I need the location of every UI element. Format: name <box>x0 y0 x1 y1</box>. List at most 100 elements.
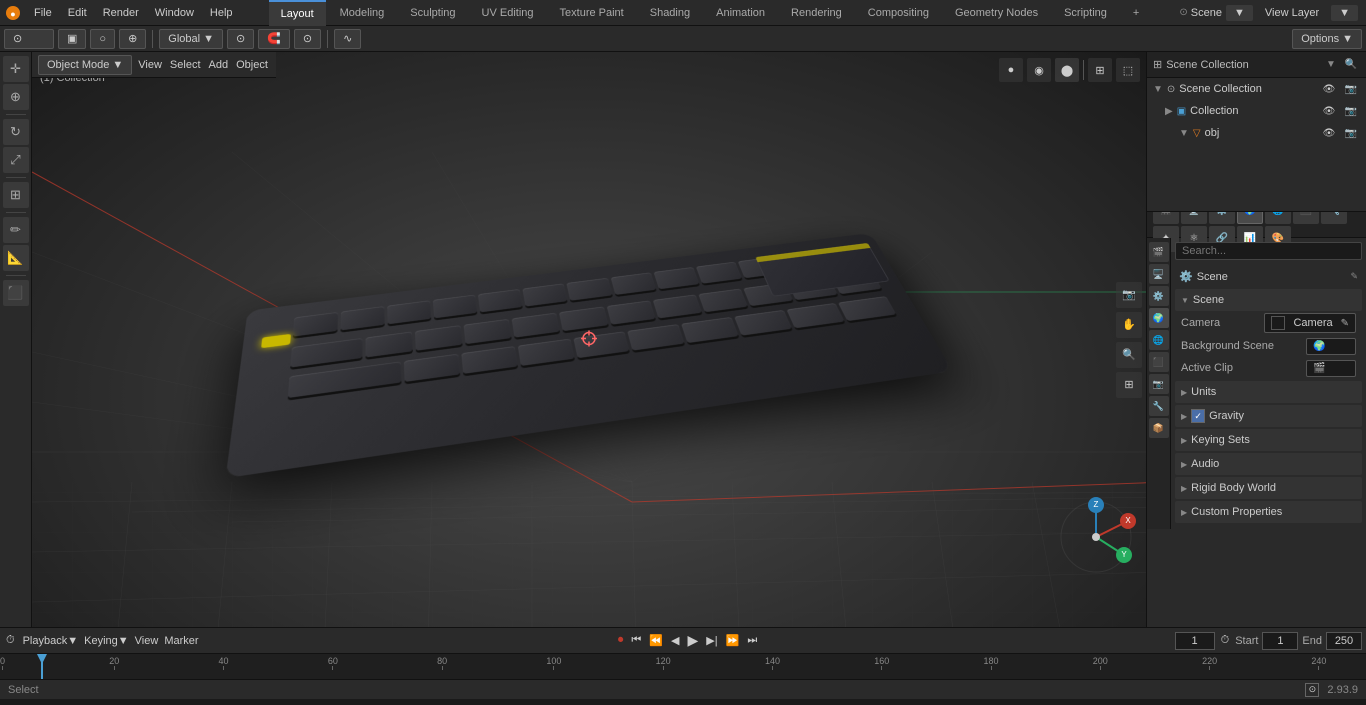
keying-menu-btn[interactable]: Keying ▼ <box>82 633 131 649</box>
outliner-obj[interactable]: ▼ ▽ obj 👁 📷 <box>1147 122 1366 144</box>
marker-menu-btn[interactable]: Marker <box>162 633 200 649</box>
workspace-compositing[interactable]: Compositing <box>856 0 941 26</box>
outliner-collection[interactable]: ▶ ▣ Collection 👁 📷 <box>1147 100 1366 122</box>
scene-props-icon[interactable]: 🌍 <box>1237 212 1263 224</box>
gravity-checkbox[interactable]: ✓ <box>1191 409 1205 423</box>
add-workspace-button[interactable]: + <box>1121 0 1151 26</box>
timeline-ruler[interactable]: 0 20 40 60 80 100 120 140 160 180 200 22… <box>0 654 1366 679</box>
outliner-filter-icon[interactable]: ▼ <box>1322 56 1340 74</box>
camera-view-btn[interactable]: 📷 <box>1116 282 1142 308</box>
navigation-gizmo[interactable]: X Y Z <box>1056 497 1136 577</box>
background-scene-value[interactable]: 🌍 <box>1306 338 1356 355</box>
units-section-header[interactable]: ▶ Units <box>1175 381 1362 403</box>
modifier-props-icon[interactable]: 🔧 <box>1321 212 1347 224</box>
collections-btn[interactable]: ⊞ <box>1116 372 1142 398</box>
add-menu[interactable]: Add <box>207 57 231 73</box>
jump-start-btn[interactable]: ⏮ <box>629 632 643 649</box>
active-icon-9[interactable]: 📦 <box>1149 418 1169 438</box>
scene-edit-icon[interactable]: ✎ <box>1350 271 1358 282</box>
active-icon-8[interactable]: 🔧 <box>1149 396 1169 416</box>
scene-selector[interactable]: ▼ <box>1226 5 1253 21</box>
active-clip-value[interactable]: 🎬 <box>1306 360 1356 377</box>
visibility-icon[interactable]: 👁 <box>1320 80 1338 98</box>
box-select-btn[interactable]: ▣ <box>58 29 86 49</box>
select-menu[interactable]: Select <box>168 57 203 73</box>
workspace-rendering[interactable]: Rendering <box>779 0 854 26</box>
workspace-shading[interactable]: Shading <box>638 0 702 26</box>
output-props-icon[interactable]: 🖥️ <box>1181 212 1207 224</box>
workspace-uv-editing[interactable]: UV Editing <box>470 0 546 26</box>
record-btn[interactable]: ⏺ <box>616 632 626 649</box>
workspace-sculpting[interactable]: Sculpting <box>398 0 467 26</box>
view-menu[interactable]: View <box>136 57 164 73</box>
menu-edit[interactable]: Edit <box>60 0 95 26</box>
menu-window[interactable]: Window <box>147 0 202 26</box>
workspace-geometry-nodes[interactable]: Geometry Nodes <box>943 0 1050 26</box>
custom-props-header[interactable]: ▶ Custom Properties <box>1175 501 1362 523</box>
object-menu[interactable]: Object <box>234 57 270 73</box>
view-layer-selector[interactable]: ▼ <box>1331 5 1358 21</box>
workspace-animation[interactable]: Animation <box>704 0 777 26</box>
add-cube-btn[interactable]: ⬛ <box>3 280 29 306</box>
active-icon-5[interactable]: 🌐 <box>1149 330 1169 350</box>
object-props-icon[interactable]: ⬛ <box>1293 212 1319 224</box>
audio-section-header[interactable]: ▶ Audio <box>1175 453 1362 475</box>
proportional-btn[interactable]: ⊙ <box>294 29 321 49</box>
active-icon-7[interactable]: 📷 <box>1149 374 1169 394</box>
jump-end-btn[interactable]: ⏭ <box>745 632 759 649</box>
outliner-scene-collection[interactable]: ▼ ⊙ Scene Collection 👁 📷 <box>1147 78 1366 100</box>
outliner-search-icon[interactable]: 🔍 <box>1342 56 1360 74</box>
active-icon-6[interactable]: ⬛ <box>1149 352 1169 372</box>
world-props-icon[interactable]: 🌐 <box>1265 212 1291 224</box>
camera-edit-icon[interactable]: ✎ <box>1341 318 1349 329</box>
rotate-tool-btn[interactable]: ↻ <box>3 119 29 145</box>
gravity-section-header[interactable]: ▶ ✓ Gravity <box>1175 405 1362 427</box>
options-btn[interactable]: Options ▼ <box>1292 29 1362 49</box>
viewport[interactable]: User Perspective (1) Collection ● ◉ ⬤ ⊞ … <box>32 52 1146 627</box>
circle-select-btn[interactable]: ○ <box>90 29 115 49</box>
pivot-btn[interactable]: ⊙ <box>227 29 254 49</box>
menu-render[interactable]: Render <box>95 0 147 26</box>
proportional-toggle[interactable]: ∿ <box>334 29 361 49</box>
keying-sets-header[interactable]: ▶ Keying Sets <box>1175 429 1362 451</box>
render-props-icon[interactable]: 🎬 <box>1153 212 1179 224</box>
obj-render-icon[interactable]: 📷 <box>1342 124 1360 142</box>
end-frame-input[interactable]: 250 <box>1326 632 1362 650</box>
object-mode-dropdown[interactable]: Object Mode ▼ <box>38 55 132 75</box>
timeline-mode-btn[interactable]: ⏱ <box>4 632 17 649</box>
workspace-layout[interactable]: Layout <box>269 0 326 26</box>
scene-section-header[interactable]: ▼ Scene <box>1175 289 1362 311</box>
annotate-btn[interactable]: ✏ <box>3 217 29 243</box>
transform-tool-btn[interactable]: ⊞ <box>3 182 29 208</box>
workspace-scripting[interactable]: Scripting <box>1052 0 1119 26</box>
next-keyframe-btn[interactable]: ⏩ <box>724 632 742 649</box>
collection-render-icon[interactable]: 📷 <box>1342 102 1360 120</box>
snap-btn[interactable]: 🧲 <box>258 29 290 49</box>
view-layer-props-icon[interactable]: ⚙️ <box>1209 212 1235 224</box>
solid-shading-btn[interactable]: ● <box>999 58 1023 82</box>
active-icon-2[interactable]: 🖥️ <box>1149 264 1169 284</box>
show-overlay-btn[interactable]: ⊞ <box>1088 58 1112 82</box>
current-frame-input[interactable]: 1 <box>1175 632 1215 650</box>
play-btn[interactable]: ▶ <box>686 630 701 651</box>
start-frame-input[interactable]: 1 <box>1262 632 1298 650</box>
workspace-texture-paint[interactable]: Texture Paint <box>548 0 636 26</box>
rigid-body-header[interactable]: ▶ Rigid Body World <box>1175 477 1362 499</box>
prev-keyframe-btn[interactable]: ⏪ <box>647 632 665 649</box>
active-icon-3[interactable]: ⚙️ <box>1149 286 1169 306</box>
material-preview-btn[interactable]: ◉ <box>1027 58 1051 82</box>
zoom-btn[interactable]: 🔍 <box>1116 342 1142 368</box>
measure-btn[interactable]: 📐 <box>3 245 29 271</box>
prev-frame-btn[interactable]: ◀ <box>669 632 681 649</box>
cursor-tool-btn[interactable]: ✛ <box>3 56 29 82</box>
camera-value[interactable]: Camera ✎ <box>1264 313 1356 333</box>
move-tool-btn[interactable]: ⊕ <box>3 84 29 110</box>
collection-visible-icon[interactable]: 👁 <box>1320 102 1338 120</box>
rendered-preview-btn[interactable]: ⬤ <box>1055 58 1079 82</box>
workspace-modeling[interactable]: Modeling <box>328 0 397 26</box>
frame-time-icon[interactable]: ⏱ <box>1219 632 1232 649</box>
active-icon-4[interactable]: 🌍 <box>1149 308 1169 328</box>
playback-menu-btn[interactable]: Playback ▼ <box>21 633 81 649</box>
menu-help[interactable]: Help <box>202 0 241 26</box>
next-frame-btn[interactable]: ▶| <box>704 632 719 649</box>
